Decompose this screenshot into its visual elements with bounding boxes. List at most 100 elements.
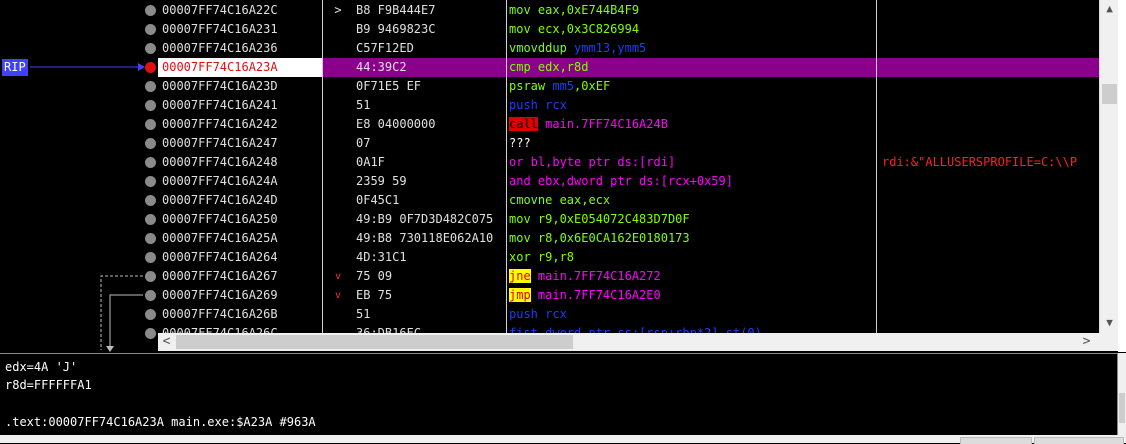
address-cell[interactable]: 00007FF74C16A269: [158, 286, 322, 305]
bytes-cell[interactable]: 49:B9 0F7D3D482C075: [356, 210, 504, 229]
info-scrollbar[interactable]: [1118, 353, 1126, 435]
disasm-row[interactable]: 00007FF74C16A241 51 push rcx: [158, 96, 1099, 115]
comment-cell[interactable]: [882, 248, 1099, 267]
disasm-row[interactable]: 00007FF74C16A23D 0F71E5 EF psraw mm5,0xEF: [158, 77, 1099, 96]
address-cell[interactable]: 00007FF74C16A267: [158, 267, 322, 286]
address-cell[interactable]: 00007FF74C16A24D: [158, 191, 322, 210]
address-cell[interactable]: 00007FF74C16A23D: [158, 77, 322, 96]
disassembly-cell[interactable]: and ebx,dword ptr ds:[rcx+0x59]: [509, 172, 875, 191]
disasm-row[interactable]: 00007FF74C16A267 v 75 09 jne main.7FF74C16A…: [158, 267, 1099, 286]
bytes-cell[interactable]: C57F12ED: [356, 39, 504, 58]
comment-cell[interactable]: [882, 210, 1099, 229]
address-cell[interactable]: 00007FF74C16A231: [158, 20, 322, 39]
disasm-row[interactable]: 00007FF74C16A269 v EB 75 jmp main.7FF74C16A…: [158, 286, 1099, 305]
address-cell[interactable]: 00007FF74C16A23A: [158, 58, 322, 77]
disassembly-cell[interactable]: mov r9,0xE054072C483D7D0F: [509, 210, 875, 229]
disassembly-cell[interactable]: fist dword ptr ss:[rsp+rbp*2],st(0): [509, 324, 875, 333]
breakpoint-bullet-icon[interactable]: [145, 24, 156, 35]
vertical-scroll-thumb[interactable]: [1102, 84, 1117, 104]
disassembly-cell[interactable]: jmp main.7FF74C16A2E0: [509, 286, 875, 305]
horizontal-scroll-thumb[interactable]: [176, 335, 573, 349]
breakpoint-bullet-icon[interactable]: [145, 309, 156, 320]
bytes-cell[interactable]: 0A1F: [356, 153, 504, 172]
comment-cell[interactable]: [882, 229, 1099, 248]
breakpoint-bullet-icon[interactable]: [145, 138, 156, 149]
disasm-row[interactable]: 00007FF74C16A250 49:B9 0F7D3D482C075 mov r…: [158, 210, 1099, 229]
disassembly-cell[interactable]: mov ecx,0x3C826994: [509, 20, 875, 39]
bytes-cell[interactable]: 75 09: [356, 267, 504, 286]
comment-cell[interactable]: [882, 115, 1099, 134]
disassembly-cell[interactable]: or bl,byte ptr ds:[rdi]: [509, 153, 875, 172]
comment-cell[interactable]: [882, 96, 1099, 115]
breakpoint-bullet-icon[interactable]: [145, 290, 156, 301]
comment-cell[interactable]: [882, 172, 1099, 191]
scroll-down-button[interactable]: ▼: [1100, 314, 1119, 331]
bytes-cell[interactable]: B9 9469823C: [356, 20, 504, 39]
disassembly-vertical-scrollbar[interactable]: ▲ ▼: [1099, 0, 1119, 333]
address-cell[interactable]: 00007FF74C16A24A: [158, 172, 322, 191]
disassembly-cell[interactable]: jne main.7FF74C16A272: [509, 267, 875, 286]
disasm-row[interactable]: 00007FF74C16A242 E8 04000000 call main.7FF…: [158, 115, 1099, 134]
disassembly-view[interactable]: 00007FF74C16A22C > B8 F9B444E7 mov eax,0xE7…: [158, 0, 1099, 333]
bytes-cell[interactable]: 0F71E5 EF: [356, 77, 504, 96]
disasm-row[interactable]: 00007FF74C16A26C 36:DB16EC fist dword ptr …: [158, 324, 1099, 333]
address-cell[interactable]: 00007FF74C16A242: [158, 115, 322, 134]
breakpoint-bullet-icon[interactable]: [145, 271, 156, 282]
disassembly-cell[interactable]: push rcx: [509, 96, 875, 115]
address-cell[interactable]: 00007FF74C16A248: [158, 153, 322, 172]
comment-cell[interactable]: [882, 324, 1099, 333]
breakpoint-bullet-icon[interactable]: [145, 176, 156, 187]
comment-cell[interactable]: [882, 191, 1099, 210]
bytes-cell[interactable]: EB 75: [356, 286, 504, 305]
comment-cell[interactable]: [882, 58, 1099, 77]
bytes-cell[interactable]: 44:39C2: [356, 58, 504, 77]
disasm-row[interactable]: 00007FF74C16A24D 0F45C1 cmovne eax,ecx: [158, 191, 1099, 210]
breakpoint-bullet-icon[interactable]: [145, 100, 156, 111]
breakpoint-bullet-icon[interactable]: [145, 328, 156, 339]
comment-cell[interactable]: rdi:&"ALLUSERSPROFILE=C:\\P: [882, 153, 1099, 172]
bytes-cell[interactable]: 0F45C1: [356, 191, 504, 210]
disassembly-cell[interactable]: ???: [509, 134, 875, 153]
breakpoint-bullet-icon[interactable]: [145, 214, 156, 225]
disasm-row[interactable]: 00007FF74C16A264 4D:31C1 xor r9,r8: [158, 248, 1099, 267]
bytes-cell[interactable]: 49:B8 730118E062A10: [356, 229, 504, 248]
bytes-cell[interactable]: 36:DB16EC: [356, 324, 504, 333]
bytes-cell[interactable]: E8 04000000: [356, 115, 504, 134]
address-cell[interactable]: 00007FF74C16A241: [158, 96, 322, 115]
disassembly-horizontal-scrollbar[interactable]: < >: [158, 333, 1118, 351]
bytes-cell[interactable]: B8 F9B444E7: [356, 1, 504, 20]
breakpoint-bullet-icon[interactable]: [145, 195, 156, 206]
bytes-cell[interactable]: 51: [356, 305, 504, 324]
disassembly-cell[interactable]: cmovne eax,ecx: [509, 191, 875, 210]
breakpoint-bullet-icon[interactable]: [145, 119, 156, 130]
disassembly-cell[interactable]: push rcx: [509, 305, 875, 324]
address-cell[interactable]: 00007FF74C16A250: [158, 210, 322, 229]
address-cell[interactable]: 00007FF74C16A26B: [158, 305, 322, 324]
comment-cell[interactable]: [882, 20, 1099, 39]
comment-cell[interactable]: [882, 134, 1099, 153]
disassembly-cell[interactable]: call main.7FF74C16A24B: [509, 115, 875, 134]
disasm-row[interactable]: 00007FF74C16A26B 51 push rcx: [158, 305, 1099, 324]
comment-cell[interactable]: [882, 267, 1099, 286]
bytes-cell[interactable]: 2359 59: [356, 172, 504, 191]
disasm-row[interactable]: 00007FF74C16A22C > B8 F9B444E7 mov eax,0xE7…: [158, 1, 1099, 20]
breakpoint-bullet-icon[interactable]: [145, 157, 156, 168]
bytes-cell[interactable]: 07: [356, 134, 504, 153]
disasm-row[interactable]: 00007FF74C16A236 C57F12ED vmovddup ymm13,y…: [158, 39, 1099, 58]
address-cell[interactable]: 00007FF74C16A236: [158, 39, 322, 58]
breakpoint-bullet-icon[interactable]: [145, 81, 156, 92]
address-cell[interactable]: 00007FF74C16A25A: [158, 229, 322, 248]
breakpoint-bullet-icon[interactable]: [145, 5, 156, 16]
comment-cell[interactable]: [882, 77, 1099, 96]
disasm-row[interactable]: 00007FF74C16A24A 2359 59 and ebx,dword ptr…: [158, 172, 1099, 191]
disassembly-cell[interactable]: mov r8,0x6E0CA162E0180173: [509, 229, 875, 248]
address-cell[interactable]: 00007FF74C16A22C: [158, 1, 322, 20]
breakpoint-bullet-icon[interactable]: [145, 43, 156, 54]
comment-cell[interactable]: [882, 1, 1099, 20]
disasm-row-current[interactable]: 00007FF74C16A23A 44:39C2 cmp edx,r8d: [158, 58, 1099, 77]
scroll-left-button[interactable]: <: [158, 333, 175, 351]
scroll-right-button[interactable]: >: [1078, 333, 1095, 351]
disassembly-cell[interactable]: mov eax,0xE744B4F9: [509, 1, 875, 20]
disassembly-cell[interactable]: cmp edx,r8d: [509, 58, 875, 77]
disassembly-cell[interactable]: psraw mm5,0xEF: [509, 77, 875, 96]
